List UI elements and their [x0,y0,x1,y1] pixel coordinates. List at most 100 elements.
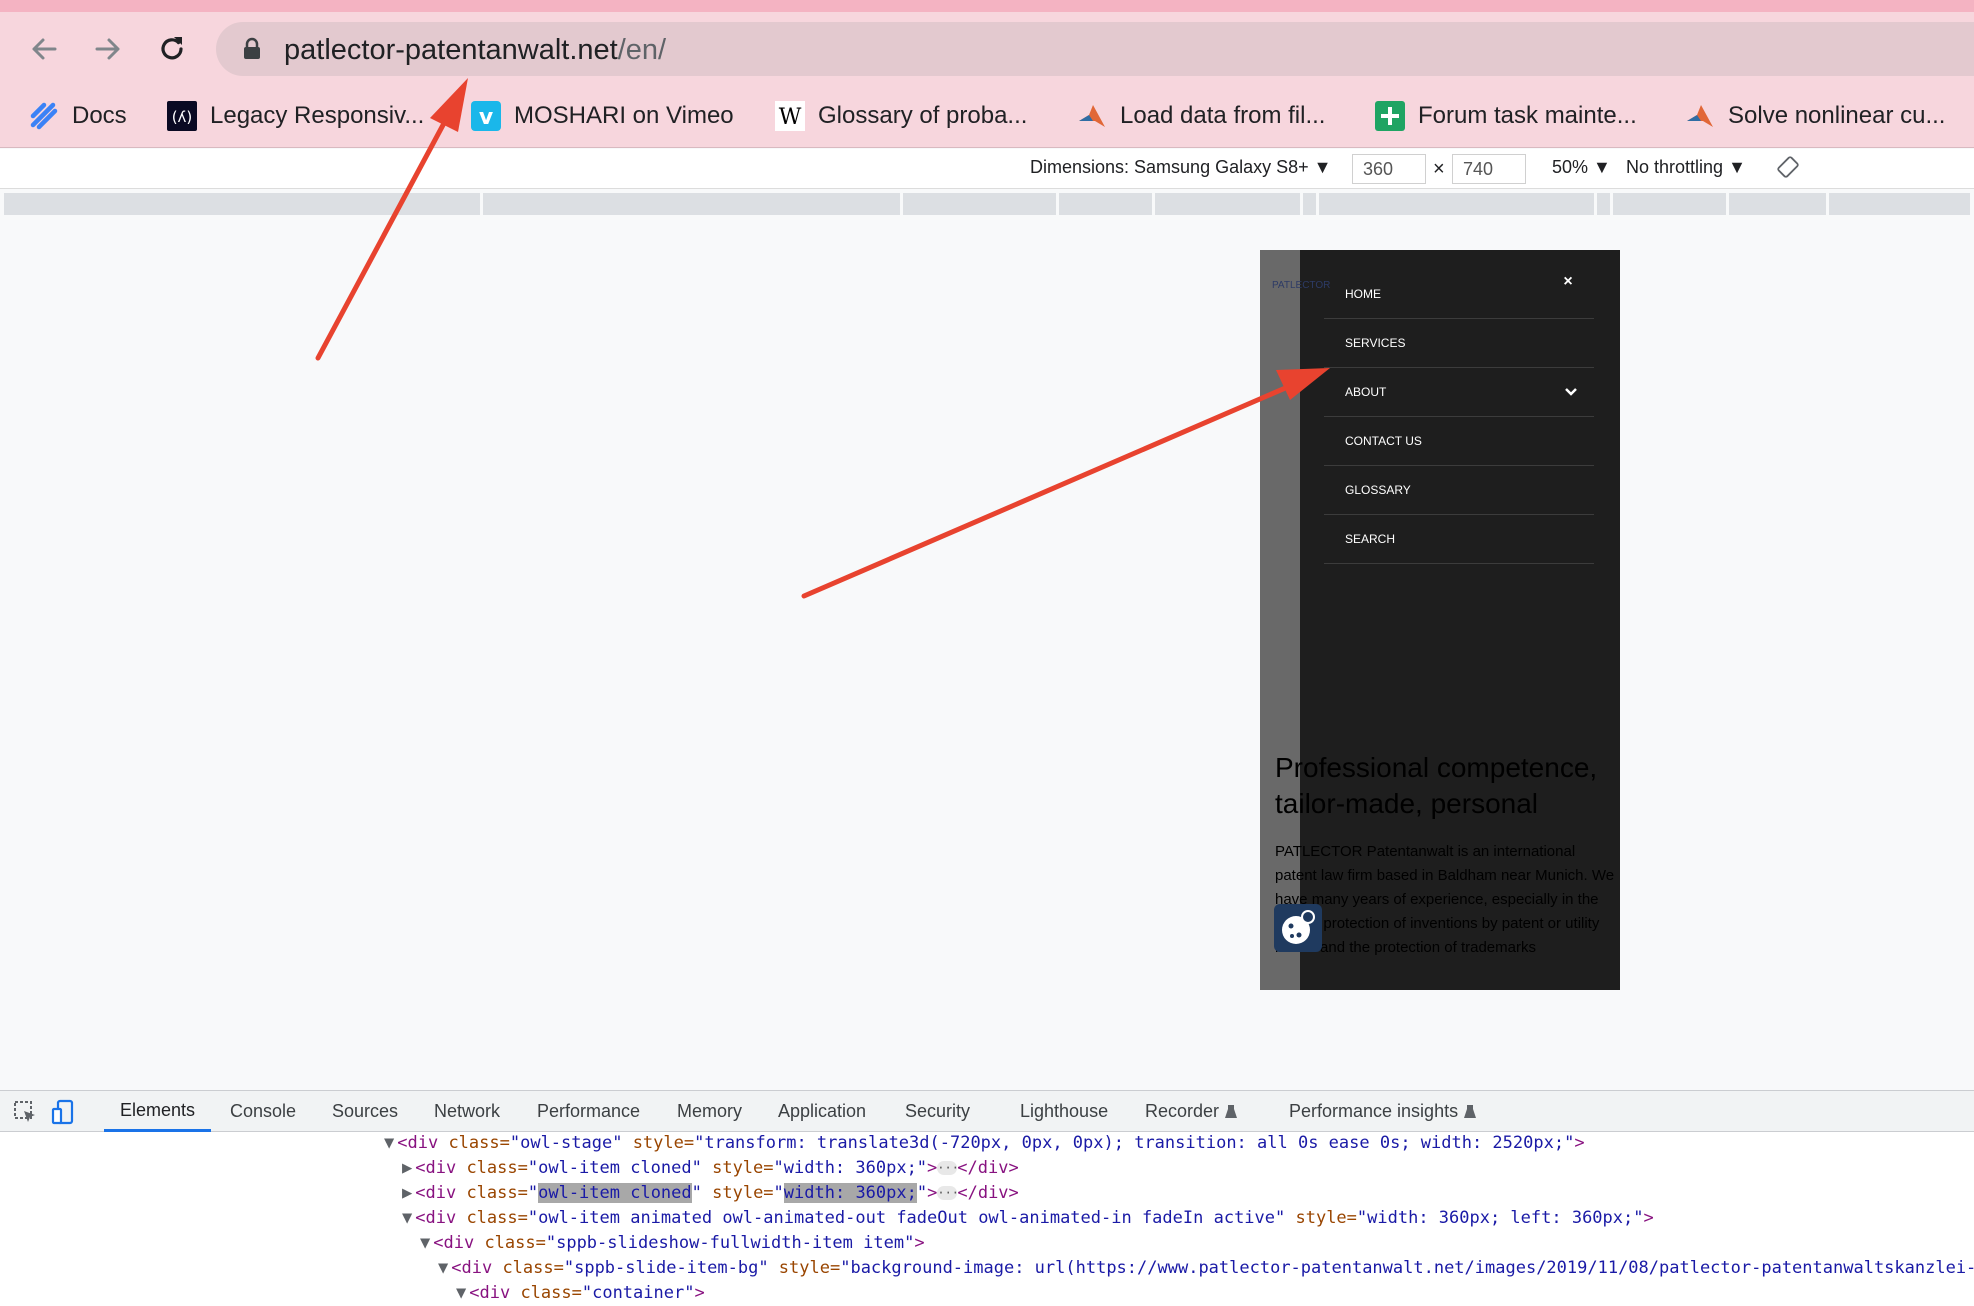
menu-item-search[interactable]: SEARCH [1324,515,1594,564]
bookmark-docs[interactable]: Docs [28,96,127,136]
bookmark-label: Glossary of proba... [818,102,1028,129]
tab-lighthouse[interactable]: Lighthouse [1020,1091,1108,1132]
forward-button[interactable] [88,29,128,69]
hero-title: Professional competence, tailor-made, pe… [1275,752,1598,819]
bookmark-load-data[interactable]: Load data from fil... [1076,96,1325,136]
device-height-input[interactable]: 740 [1452,154,1526,184]
rotate-icon [1777,156,1799,178]
tab-performance[interactable]: Performance [537,1091,640,1132]
menu-item-glossary[interactable]: GLOSSARY [1324,466,1594,515]
reload-icon [161,37,183,60]
wikipedia-icon: W [774,100,806,132]
browser-top-strip [0,0,1974,12]
tab-memory[interactable]: Memory [677,1091,742,1132]
chevron-down-icon[interactable] [1564,387,1578,397]
menu-item-contact-us[interactable]: CONTACT US [1324,417,1594,466]
dom-node-owl-item-active[interactable]: ▼ <div class="owl-item animated owl-anima… [402,1208,1654,1233]
menu-item-services[interactable]: SERVICES [1324,319,1594,368]
menu-item-about[interactable]: ABOUT [1324,368,1594,417]
browser-toolbar: patlector-patentanwalt.net/en/ [0,12,1974,84]
device-viewport [0,215,1974,1090]
rotate-button[interactable] [1776,155,1800,184]
ellipsis-badge[interactable]: ··· [937,1161,959,1175]
elements-panel[interactable]: ▼ <div class="owl-stage" style="transform… [0,1132,1974,1306]
bookmark-label: Docs [72,102,127,129]
address-bar[interactable]: patlector-patentanwalt.net/en/ [216,22,1974,76]
menu-label: HOME [1345,287,1381,301]
vimeo-icon: v [470,100,502,132]
cookie-settings-button[interactable] [1274,904,1322,952]
device-width-input[interactable]: 360 [1352,154,1426,184]
dimensions-label: Dimensions: Samsung Galaxy S8+ [1030,157,1309,177]
menu-label: ABOUT [1345,385,1387,399]
back-button[interactable] [24,29,64,69]
tab-security[interactable]: Security [905,1091,970,1132]
menu-label: CONTACT US [1345,434,1422,448]
menu-item-home[interactable]: HOME [1324,270,1594,319]
tab-label: Performance insights [1289,1101,1459,1121]
device-toolbar-icon [51,1099,74,1124]
tab-console[interactable]: Console [230,1091,296,1132]
collapse-triangle-icon[interactable]: ▶ [402,1183,412,1203]
bookmark-legacy-responsive[interactable]: (ʎ) Legacy Responsiv... [166,96,424,136]
dropdown-caret-icon: ▼ [1728,157,1746,177]
url-path: /en/ [617,34,667,66]
dom-node-owl-item-cloned[interactable]: ▶ <div class="owl-item cloned" style="wid… [402,1158,1019,1183]
element-picker-button[interactable] [12,1091,38,1132]
times-glyph: × [1433,158,1445,180]
tab-application[interactable]: Application [778,1091,866,1132]
back-arrow-icon [32,38,57,60]
dom-node-container[interactable]: ▼ <div class="container"> [456,1283,705,1306]
tab-recorder[interactable]: Recorder [1145,1091,1238,1132]
tab-sources[interactable]: Sources [332,1091,398,1132]
flask-icon [1225,1104,1238,1118]
tab-performance-insights[interactable]: Performance insights [1289,1091,1477,1132]
tab-elements[interactable]: Elements [104,1091,212,1132]
dom-node-slide-item-bg[interactable]: ▼ <div class="sppb-slide-item-bg" style="… [438,1258,1974,1283]
hero-text: PATLECTOR Patentanwalt is an internation… [1275,843,1615,956]
dom-node-owl-stage[interactable]: ▼ <div class="owl-stage" style="transform… [384,1133,1585,1158]
reload-button[interactable] [152,29,192,69]
matlab-icon [1076,100,1108,132]
phone-screen[interactable]: PATLECTOR Professional competence, tailo… [1260,250,1620,990]
bookmark-glossary-probability[interactable]: W Glossary of proba... [774,96,1027,136]
dimensions-dropdown[interactable]: Dimensions: Samsung Galaxy S8+ ▼ [1030,157,1331,178]
dom-node-slideshow-item[interactable]: ▼ <div class="sppb-slideshow-fullwidth-it… [420,1233,925,1258]
bookmark-forum-task[interactable]: Forum task mainte... [1374,96,1637,136]
bookmark-label: Legacy Responsiv... [210,102,425,129]
svg-text:v: v [479,105,494,130]
svg-text:(ʎ): (ʎ) [172,108,193,126]
cookie-icon [1282,910,1315,944]
collapse-triangle-icon[interactable]: ▶ [402,1158,412,1178]
tab-label: Recorder [1145,1101,1220,1121]
throttling-value: No throttling [1626,157,1724,177]
bookmarks-bar: Docs (ʎ) Legacy Responsiv... v MOSHARI o… [0,84,1974,148]
expand-triangle-icon[interactable]: ▼ [402,1208,412,1228]
tab-network[interactable]: Network [434,1091,500,1132]
ellipsis-badge[interactable]: ··· [937,1186,959,1200]
dom-node-owl-item-cloned-selected[interactable]: ▶ <div class="owl-item cloned" style="wid… [402,1183,1019,1208]
svg-text:W: W [779,105,802,130]
expand-triangle-icon[interactable]: ▼ [420,1233,430,1253]
dropdown-caret-icon: ▼ [1593,157,1611,177]
bookmark-label: Forum task mainte... [1418,102,1637,129]
device-toggle-button[interactable] [50,1091,76,1132]
expand-triangle-icon[interactable]: ▼ [438,1258,448,1278]
menu-label: SERVICES [1345,336,1406,350]
bookmark-label: Load data from fil... [1120,102,1326,129]
zoom-value: 50% [1552,157,1589,177]
dropdown-caret-icon: ▼ [1313,157,1332,177]
bookmark-label: Solve nonlinear cu... [1728,102,1946,129]
bookmark-moshari-vimeo[interactable]: v MOSHARI on Vimeo [470,96,734,136]
media-query-ruler[interactable] [4,193,1970,215]
site-logo: PATLECTOR [1272,280,1331,291]
lock-icon [244,37,260,59]
expand-triangle-icon[interactable]: ▼ [384,1133,394,1153]
offcanvas-menu: HOME SERVICES ABOUT CONTACT US GLOSSARY … [1324,270,1594,564]
highlighted-class: owl-item cloned [538,1183,692,1203]
throttling-dropdown[interactable]: No throttling ▼ [1626,157,1746,178]
bookmark-solve-nonlinear[interactable]: Solve nonlinear cu... [1684,96,1945,136]
zoom-dropdown[interactable]: 50% ▼ [1552,157,1611,178]
fcc-icon: (ʎ) [166,100,198,132]
expand-triangle-icon[interactable]: ▼ [456,1283,466,1303]
